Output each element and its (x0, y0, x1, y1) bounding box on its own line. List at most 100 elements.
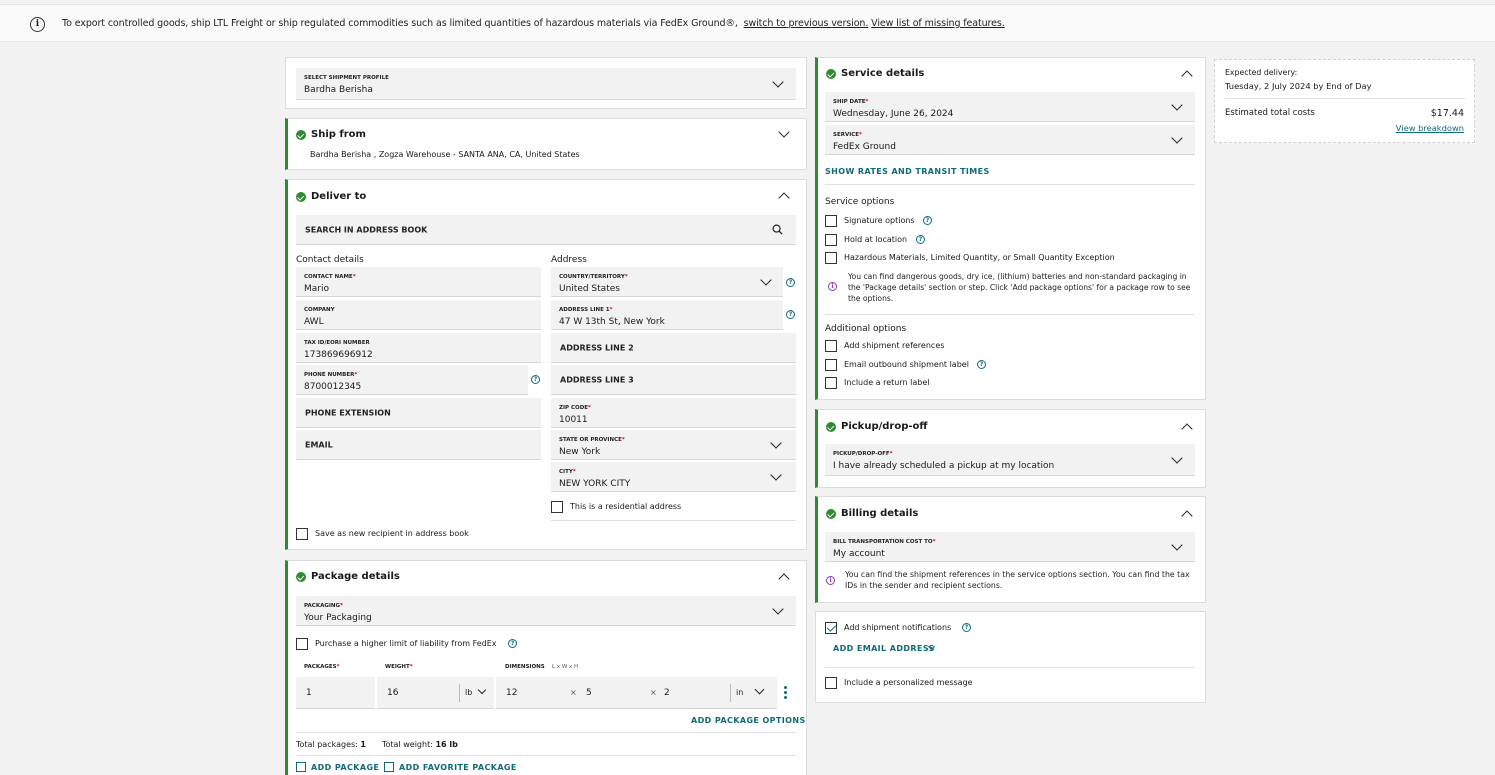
help-icon[interactable]: ? (786, 310, 795, 319)
times-separator: × (650, 688, 657, 697)
address-line-3-field[interactable]: ADDRESS LINE 3 (551, 365, 796, 395)
packages-input[interactable]: 1 (296, 677, 375, 709)
help-icon[interactable]: ? (916, 235, 925, 244)
info-icon: i (828, 282, 837, 291)
length-value[interactable]: 12 (506, 688, 517, 698)
add-package-link[interactable]: ADD PACKAGE (311, 763, 379, 772)
chevron-down-icon[interactable] (778, 126, 790, 138)
help-icon[interactable]: ? (786, 278, 795, 287)
city-select[interactable]: CITY* NEW YORK CITY (551, 462, 796, 492)
chevron-up-icon[interactable] (778, 573, 790, 585)
address-book-search[interactable]: SEARCH IN ADDRESS BOOK (296, 215, 796, 245)
address-line-2-field[interactable]: ADDRESS LINE 2 (551, 333, 796, 363)
help-icon[interactable]: ? (531, 375, 540, 384)
view-breakdown-link[interactable]: View breakdown (1396, 123, 1464, 133)
total-packages: Total packages: 1 (296, 740, 366, 749)
section-title: Billing details (841, 508, 919, 519)
switch-version-link[interactable]: switch to previous version. (744, 18, 869, 29)
phone-number-field[interactable]: PHONE NUMBER* 8700012345 (296, 365, 528, 395)
billing-note: You can find the shipment references in … (845, 570, 1190, 590)
chevron-up-icon[interactable] (778, 192, 790, 204)
country-select[interactable]: COUNTRY/TERRITORY* United States (551, 267, 783, 297)
state-select[interactable]: STATE OR PROVINCE* New York (551, 430, 796, 460)
estimated-cost-label: Estimated total costs (1225, 108, 1315, 118)
chevron-down-icon (754, 684, 765, 695)
section-title: Pickup/drop-off (841, 421, 928, 432)
width-value[interactable]: 5 (586, 688, 592, 698)
add-package-options-link[interactable]: ADD PACKAGE OPTIONS (691, 716, 806, 725)
help-icon[interactable]: ? (508, 639, 517, 648)
chevron-down-icon (1171, 99, 1183, 111)
dimension-unit-select[interactable]: in (736, 688, 743, 697)
shipment-notifications-checkbox[interactable] (825, 622, 837, 634)
email-field[interactable]: EMAIL (296, 430, 541, 460)
personalized-message-checkbox[interactable] (825, 677, 837, 689)
save-recipient-label: Save as new recipient in address book (315, 529, 469, 538)
help-icon[interactable]: ? (962, 623, 971, 632)
check-icon (826, 69, 836, 79)
divider (296, 755, 796, 756)
add-email-address-link[interactable]: ADD EMAIL ADDRESS (833, 644, 935, 653)
show-rates-link[interactable]: SHOW RATES AND TRANSIT TIMES (825, 167, 990, 176)
divider (730, 684, 731, 702)
phone-extension-field[interactable]: PHONE EXTENSION (296, 398, 541, 428)
section-title: Ship from (311, 129, 366, 140)
liability-checkbox[interactable] (296, 638, 308, 650)
hazmat-checkbox[interactable] (825, 252, 837, 264)
signature-options-checkbox[interactable] (825, 215, 837, 227)
residential-checkbox[interactable] (551, 501, 563, 513)
ship-from-card[interactable]: Ship from Bardha Berisha , Zogza Warehou… (285, 118, 807, 170)
col-dimensions-label: DIMENSIONS (505, 664, 545, 670)
check-icon (826, 509, 836, 519)
zip-code-field[interactable]: ZIP CODE* 10011 (551, 398, 796, 428)
packaging-select[interactable]: PACKAGING* Your Packaging (296, 596, 796, 626)
chevron-down-icon (760, 274, 772, 286)
chevron-up-icon[interactable] (1181, 70, 1193, 82)
pickup-select[interactable]: PICKUP/DROP-OFF* I have already schedule… (825, 444, 1195, 476)
liability-label: Purchase a higher limit of liability fro… (315, 639, 497, 648)
bill-to-select[interactable]: BILL TRANSPORTATION COST TO* My account (825, 532, 1195, 562)
company-field[interactable]: COMPANY AWL (296, 300, 541, 330)
field-label: SELECT SHIPMENT PROFILE (304, 75, 389, 81)
check-icon (296, 572, 306, 582)
chevron-down-icon (1171, 132, 1183, 144)
address-heading: Address (551, 255, 587, 265)
col-weight-label: WEIGHT* (385, 664, 413, 670)
chevron-down-icon (770, 469, 782, 481)
weight-input[interactable]: 16 lb (377, 677, 494, 709)
section-title: Package details (311, 571, 400, 582)
help-icon[interactable]: ? (977, 360, 986, 369)
service-select[interactable]: SERVICE* FedEx Ground (825, 125, 1195, 155)
save-recipient-checkbox[interactable] (296, 528, 308, 540)
field-value: Bardha Berisha (304, 85, 373, 95)
tax-id-field[interactable]: TAX ID/EORI NUMBER 173869696912 (296, 333, 541, 363)
add-favorite-package-link[interactable]: ADD FAVORITE PACKAGE (399, 763, 517, 772)
chevron-up-icon[interactable] (1181, 423, 1193, 435)
search-icon[interactable] (772, 224, 783, 235)
favorite-package-icon[interactable] (384, 762, 394, 772)
contact-name-field[interactable]: CONTACT NAME* Mario (296, 267, 541, 297)
additional-options-heading: Additional options (825, 324, 907, 334)
email-label-checkbox[interactable] (825, 359, 837, 371)
more-options-icon[interactable] (784, 686, 787, 700)
missing-features-link[interactable]: View list of missing features. (871, 18, 1005, 29)
email-label-label: Email outbound shipment label (844, 360, 969, 369)
check-icon (296, 192, 306, 202)
divider (551, 520, 796, 521)
weight-unit-select[interactable]: lb (465, 688, 472, 697)
shipment-references-checkbox[interactable] (825, 340, 837, 352)
shipment-profile-select[interactable]: SELECT SHIPMENT PROFILE Bardha Berisha (296, 68, 796, 100)
shipment-references-label: Add shipment references (844, 341, 945, 350)
height-value[interactable]: 2 (664, 688, 670, 698)
hold-at-location-checkbox[interactable] (825, 234, 837, 246)
divider (296, 732, 796, 733)
chevron-up-icon[interactable] (1181, 510, 1193, 522)
hazmat-note: You can find dangerous goods, dry ice, (… (848, 272, 1191, 303)
dimensions-input[interactable]: 12 × 5 × 2 in (496, 677, 777, 709)
address-line-1-field[interactable]: ADDRESS LINE 1* 47 W 13th St, New York (551, 300, 783, 330)
add-package-icon[interactable] (296, 762, 306, 772)
divider (825, 184, 1195, 185)
help-icon[interactable]: ? (923, 216, 932, 225)
ship-date-select[interactable]: SHIP DATE* Wednesday, June 26, 2024 (825, 92, 1195, 122)
return-label-checkbox[interactable] (825, 377, 837, 389)
